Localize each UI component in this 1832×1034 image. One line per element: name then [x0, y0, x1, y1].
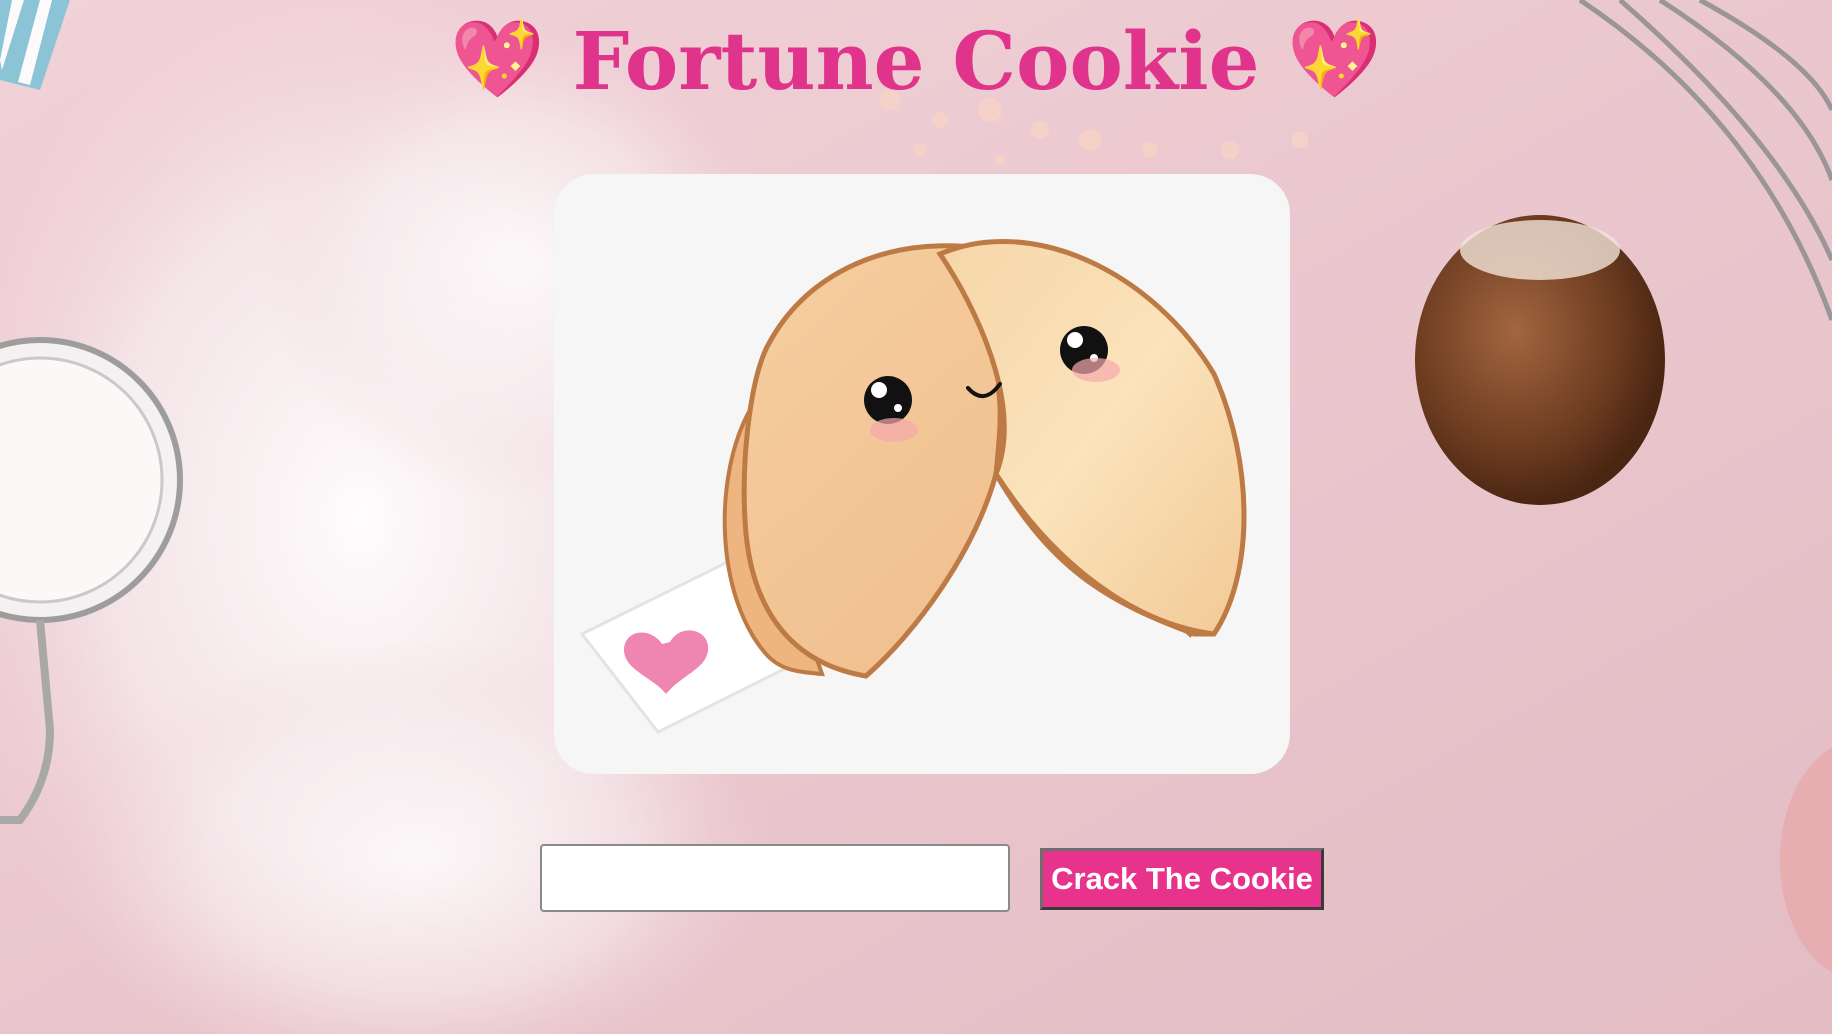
fortune-message: ... [0, 1010, 1832, 1034]
fortune-cookie-illustration[interactable] [554, 174, 1290, 774]
sparkling-heart-icon: 💖 [449, 14, 545, 103]
sparkling-heart-icon: 💖 [1287, 14, 1383, 103]
title-text: Fortune Cookie [572, 14, 1260, 108]
left-eye [864, 376, 912, 424]
page-title: 💖 Fortune Cookie 💖 [0, 14, 1832, 108]
fortune-input[interactable] [540, 844, 1010, 912]
crack-cookie-button[interactable]: Crack The Cookie [1040, 848, 1324, 910]
fortune-cookie-card[interactable] [554, 174, 1290, 774]
